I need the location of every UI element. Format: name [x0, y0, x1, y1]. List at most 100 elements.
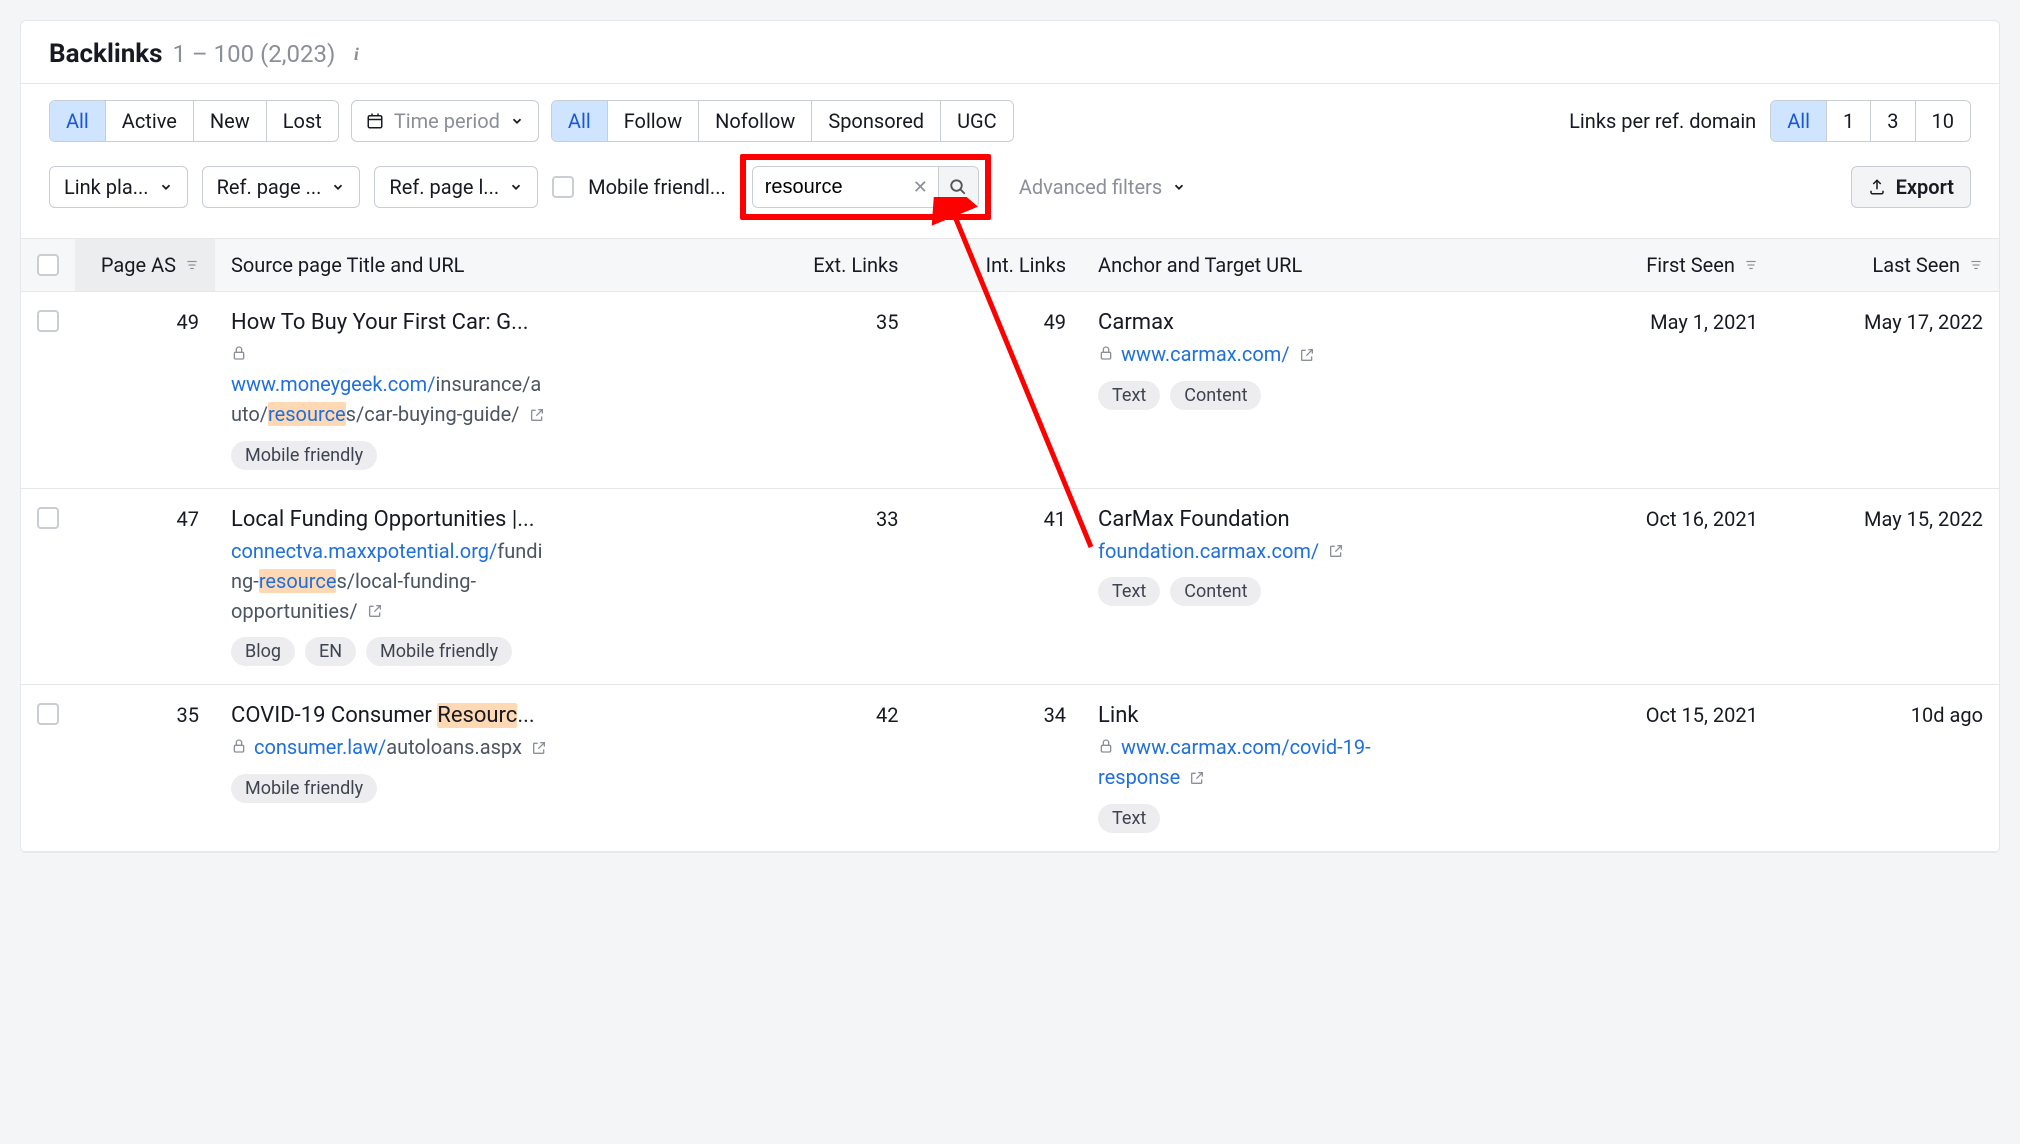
int-links-value: 34 [914, 685, 1082, 852]
anchor-url[interactable]: foundation.carmax.com/ [1098, 539, 1319, 563]
follow-filter-all[interactable]: All [552, 101, 608, 141]
backlinks-card: Backlinks 1 – 100 (2,023) i All Active N… [20, 20, 2000, 853]
export-button[interactable]: Export [1851, 166, 1971, 208]
source-url[interactable]: consumer.law/ [254, 735, 386, 759]
search-icon [949, 178, 967, 196]
int-links-value: 49 [914, 292, 1082, 489]
links-per-domain-1[interactable]: 1 [1827, 101, 1871, 141]
row-checkbox[interactable] [37, 507, 59, 529]
links-per-domain-10[interactable]: 10 [1916, 101, 1970, 141]
source-title[interactable]: Local Funding Opportunities |... [231, 507, 724, 532]
tag: Mobile friendly [231, 441, 377, 470]
link-placement-dropdown[interactable]: Link pla... [49, 166, 188, 208]
status-filter-all[interactable]: All [50, 101, 106, 141]
int-links-value: 41 [914, 488, 1082, 685]
tag: Text [1098, 577, 1160, 606]
col-ext-links[interactable]: Ext. Links [740, 239, 915, 292]
result-range: 1 – 100 (2,023) [173, 40, 336, 68]
external-link-icon[interactable] [531, 734, 547, 764]
source-url[interactable]: connectva.maxxpotential.org/ [231, 539, 497, 563]
anchor-url[interactable]: www.carmax.com/covid-19-response [1098, 735, 1371, 789]
source-url[interactable]: www.moneygeek.com/ [231, 372, 435, 396]
advanced-filters-dropdown[interactable]: Advanced filters [1005, 167, 1200, 207]
status-filter-new[interactable]: New [194, 101, 267, 141]
mobile-friendly-filter[interactable]: Mobile friendl... [552, 175, 726, 199]
col-first-seen[interactable]: First Seen [1559, 239, 1774, 292]
advanced-filters-label: Advanced filters [1019, 175, 1162, 199]
page-as-value: 49 [75, 292, 215, 489]
upload-icon [1868, 178, 1886, 196]
search-input-wrap: ✕ [752, 166, 979, 208]
external-link-icon[interactable] [529, 401, 545, 431]
tag: Blog [231, 637, 295, 666]
ext-links-value: 33 [740, 488, 915, 685]
last-seen-value: 10d ago [1774, 685, 1999, 852]
col-page-as[interactable]: Page AS [75, 239, 215, 292]
col-checkbox [21, 239, 75, 292]
time-period-label: Time period [394, 109, 500, 133]
page-title: Backlinks [49, 39, 163, 69]
first-seen-value: Oct 16, 2021 [1559, 488, 1774, 685]
lock-icon [231, 342, 247, 366]
col-anchor[interactable]: Anchor and Target URL [1082, 239, 1559, 292]
chevron-down-icon [159, 180, 173, 194]
ref-page-dropdown[interactable]: Ref. page ... [202, 166, 361, 208]
mobile-friendly-checkbox[interactable] [552, 176, 574, 198]
status-filter-active[interactable]: Active [106, 101, 194, 141]
anchor-url[interactable]: www.carmax.com/ [1121, 342, 1290, 366]
header: Backlinks 1 – 100 (2,023) i [21, 21, 1999, 84]
tag: EN [305, 637, 356, 666]
tag: Text [1098, 381, 1160, 410]
tag: Content [1170, 381, 1261, 410]
mobile-friendly-label: Mobile friendl... [588, 175, 726, 199]
follow-filter-follow[interactable]: Follow [608, 101, 699, 141]
annotation-highlight-box: ✕ [740, 154, 991, 220]
ref-page-loc-dropdown[interactable]: Ref. page l... [374, 166, 538, 208]
calendar-icon [366, 112, 384, 130]
tag: Text [1098, 804, 1160, 833]
lock-icon [231, 735, 247, 759]
tag: Mobile friendly [366, 637, 512, 666]
search-button[interactable] [938, 167, 978, 207]
table-header-row: Page AS Source page Title and URL Ext. L… [21, 239, 1999, 292]
row-checkbox[interactable] [37, 310, 59, 332]
link-placement-label: Link pla... [64, 175, 149, 199]
source-title[interactable]: COVID-19 Consumer Resourc... [231, 703, 724, 728]
last-seen-value: May 15, 2022 [1774, 488, 1999, 685]
col-source[interactable]: Source page Title and URL [215, 239, 740, 292]
first-seen-value: May 1, 2021 [1559, 292, 1774, 489]
sort-icon [185, 253, 199, 277]
status-filter-lost[interactable]: Lost [267, 101, 338, 141]
chevron-down-icon [1172, 180, 1186, 194]
time-period-dropdown[interactable]: Time period [351, 100, 539, 142]
anchor-text: Carmax [1098, 310, 1543, 335]
chevron-down-icon [509, 180, 523, 194]
external-link-icon[interactable] [1189, 764, 1205, 794]
info-icon[interactable]: i [345, 43, 367, 65]
col-last-seen[interactable]: Last Seen [1774, 239, 1999, 292]
last-seen-value: May 17, 2022 [1774, 292, 1999, 489]
sort-icon [1744, 253, 1758, 277]
follow-filter-nofollow[interactable]: Nofollow [699, 101, 812, 141]
links-per-domain-all[interactable]: All [1771, 101, 1827, 141]
filters-row-2: Link pla... Ref. page ... Ref. page l...… [21, 142, 1999, 238]
select-all-checkbox[interactable] [37, 254, 59, 276]
ref-page-label: Ref. page ... [217, 175, 322, 199]
external-link-icon[interactable] [367, 597, 383, 627]
links-per-domain-3[interactable]: 3 [1871, 101, 1915, 141]
clear-search-icon[interactable]: ✕ [903, 177, 938, 198]
lock-icon [1098, 735, 1114, 759]
anchor-text: CarMax Foundation [1098, 507, 1543, 532]
row-checkbox[interactable] [37, 703, 59, 725]
follow-filter-group: All Follow Nofollow Sponsored UGC [551, 100, 1014, 142]
external-link-icon[interactable] [1299, 341, 1315, 371]
source-title[interactable]: How To Buy Your First Car: G... [231, 310, 724, 335]
sort-icon [1969, 253, 1983, 277]
links-per-domain-group: All 1 3 10 [1770, 100, 1971, 142]
search-input[interactable] [753, 167, 903, 207]
col-int-links[interactable]: Int. Links [914, 239, 1082, 292]
external-link-icon[interactable] [1328, 537, 1344, 567]
follow-filter-ugc[interactable]: UGC [941, 101, 1013, 141]
follow-filter-sponsored[interactable]: Sponsored [812, 101, 941, 141]
first-seen-value: Oct 15, 2021 [1559, 685, 1774, 852]
